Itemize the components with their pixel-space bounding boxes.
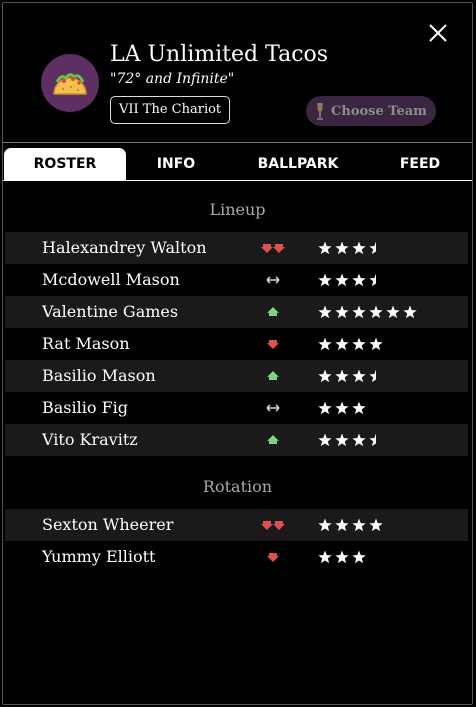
- player-row[interactable]: Valentine Games: [5, 296, 468, 328]
- star-icon: [335, 433, 349, 447]
- tab-feed[interactable]: FEED: [388, 148, 452, 180]
- player-row[interactable]: Basilio Fig: [5, 392, 468, 424]
- star-icon: [352, 241, 366, 255]
- left-right-arrow-icon: [266, 404, 280, 412]
- star-rating: [318, 337, 383, 351]
- star-rating: [318, 369, 376, 383]
- star-icon: [318, 241, 332, 255]
- star-icon: [352, 518, 366, 532]
- down-arrow-icon: [267, 340, 279, 349]
- star-icon: [335, 305, 349, 319]
- star-icon: [352, 401, 366, 415]
- player-row[interactable]: Yummy Elliott: [5, 541, 468, 573]
- team-logo: [41, 54, 99, 112]
- tarot-badge: VII The Chariot: [110, 96, 231, 124]
- team-slogan: "72° and Infinite": [110, 71, 235, 87]
- player-row[interactable]: Sexton Wheerer: [5, 509, 468, 541]
- star-icon: [335, 337, 349, 351]
- star-rating: [318, 550, 366, 564]
- half-star-icon: [369, 241, 376, 255]
- up-arrow-icon: [267, 307, 279, 316]
- star-rating: [318, 241, 376, 255]
- tab-bar: ROSTER INFO BALLPARK FEED: [3, 148, 472, 181]
- player-name: Valentine Games: [42, 302, 179, 321]
- header-divider: [3, 142, 472, 143]
- player-name: Yummy Elliott: [42, 547, 156, 566]
- choose-team-label: Choose Team: [331, 103, 427, 119]
- star-icon: [318, 337, 332, 351]
- player-row[interactable]: Vito Kravitz: [5, 424, 468, 456]
- taco-icon: [53, 73, 87, 95]
- star-icon: [352, 550, 366, 564]
- player-row[interactable]: Basilio Mason: [5, 360, 468, 392]
- star-icon: [369, 337, 383, 351]
- star-icon: [386, 305, 400, 319]
- star-rating: [318, 433, 376, 447]
- down-arrow-icon: [267, 553, 279, 562]
- player-row[interactable]: Mcdowell Mason: [5, 264, 468, 296]
- star-icon: [352, 273, 366, 287]
- double-down-arrow-icon: [261, 244, 285, 253]
- player-row[interactable]: Halexandrey Walton: [5, 232, 468, 264]
- star-icon: [335, 518, 349, 532]
- champagne-glass-icon: [317, 103, 324, 120]
- star-icon: [352, 369, 366, 383]
- double-down-arrow-icon: [261, 521, 285, 530]
- lineup-title: Lineup: [209, 200, 266, 219]
- star-icon: [352, 305, 366, 319]
- player-row[interactable]: Rat Mason: [5, 328, 468, 360]
- star-icon: [318, 518, 332, 532]
- left-right-arrow-icon: [266, 276, 280, 284]
- tab-ballpark[interactable]: BALLPARK: [243, 148, 353, 180]
- star-icon: [335, 241, 349, 255]
- half-star-icon: [369, 273, 376, 287]
- star-icon: [335, 401, 349, 415]
- tab-roster[interactable]: ROSTER: [4, 148, 126, 180]
- star-icon: [318, 273, 332, 287]
- up-arrow-icon: [267, 371, 279, 380]
- half-star-icon: [369, 369, 376, 383]
- star-rating: [318, 518, 383, 532]
- team-name: LA Unlimited Tacos: [110, 42, 329, 67]
- tab-info[interactable]: INFO: [131, 148, 221, 180]
- star-icon: [403, 305, 417, 319]
- star-icon: [369, 518, 383, 532]
- star-rating: [318, 273, 376, 287]
- player-name: Rat Mason: [42, 334, 130, 353]
- star-icon: [352, 433, 366, 447]
- team-header: LA Unlimited Tacos "72° and Infinite" VI…: [41, 39, 461, 139]
- star-icon: [335, 273, 349, 287]
- star-rating: [318, 401, 366, 415]
- player-name: Sexton Wheerer: [42, 515, 174, 534]
- star-rating: [318, 305, 417, 319]
- player-name: Basilio Mason: [42, 366, 156, 385]
- up-arrow-icon: [267, 435, 279, 444]
- rotation-title: Rotation: [202, 477, 273, 496]
- player-name: Halexandrey Walton: [42, 238, 207, 257]
- half-star-icon: [369, 433, 376, 447]
- star-icon: [318, 550, 332, 564]
- star-icon: [352, 337, 366, 351]
- star-icon: [318, 401, 332, 415]
- star-icon: [335, 369, 349, 383]
- team-modal: LA Unlimited Tacos "72° and Infinite" VI…: [2, 2, 473, 705]
- star-icon: [318, 369, 332, 383]
- star-icon: [318, 305, 332, 319]
- star-icon: [335, 550, 349, 564]
- choose-team-button[interactable]: Choose Team: [306, 96, 436, 126]
- player-name: Mcdowell Mason: [42, 270, 180, 289]
- player-name: Vito Kravitz: [42, 430, 138, 449]
- player-name: Basilio Fig: [42, 398, 129, 417]
- star-icon: [369, 305, 383, 319]
- star-icon: [318, 433, 332, 447]
